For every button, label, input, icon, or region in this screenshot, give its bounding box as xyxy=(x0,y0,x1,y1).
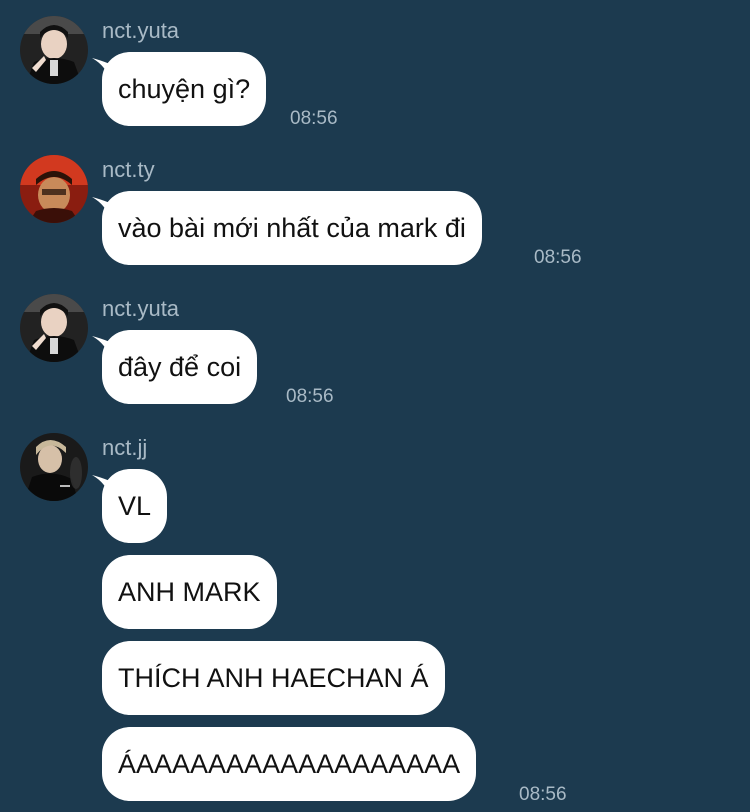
message-bubble[interactable]: chuyện gì? xyxy=(102,52,267,126)
message-bubble[interactable]: ÁAAAAAAAAAAAAAAAAAA xyxy=(102,727,477,801)
sender-name: nct.jj xyxy=(102,435,148,460)
profile-photo-icon xyxy=(20,16,88,84)
message-bubble[interactable]: vào bài mới nhất của mark đi xyxy=(102,191,482,265)
message-time: 08:56 xyxy=(286,386,334,407)
profile-photo-icon xyxy=(20,433,88,501)
avatar[interactable] xyxy=(20,433,88,501)
sender-name: nct.ty xyxy=(102,157,155,182)
sender-name: nct.yuta xyxy=(102,18,180,43)
message-time: 08:56 xyxy=(519,784,567,805)
message-time: 08:56 xyxy=(534,247,582,268)
avatar[interactable] xyxy=(20,16,88,84)
message-time: 08:56 xyxy=(290,108,338,129)
profile-photo-icon xyxy=(20,294,88,362)
avatar[interactable] xyxy=(20,155,88,223)
message-bubble[interactable]: VL xyxy=(102,469,168,543)
profile-photo-icon xyxy=(20,155,88,223)
message-bubble[interactable]: ANH MARK xyxy=(102,555,277,629)
avatar[interactable] xyxy=(20,294,88,362)
sender-name: nct.yuta xyxy=(102,296,180,321)
message-bubble[interactable]: THÍCH ANH HAECHAN Á xyxy=(102,641,445,715)
message-bubble[interactable]: đây để coi xyxy=(102,330,258,404)
